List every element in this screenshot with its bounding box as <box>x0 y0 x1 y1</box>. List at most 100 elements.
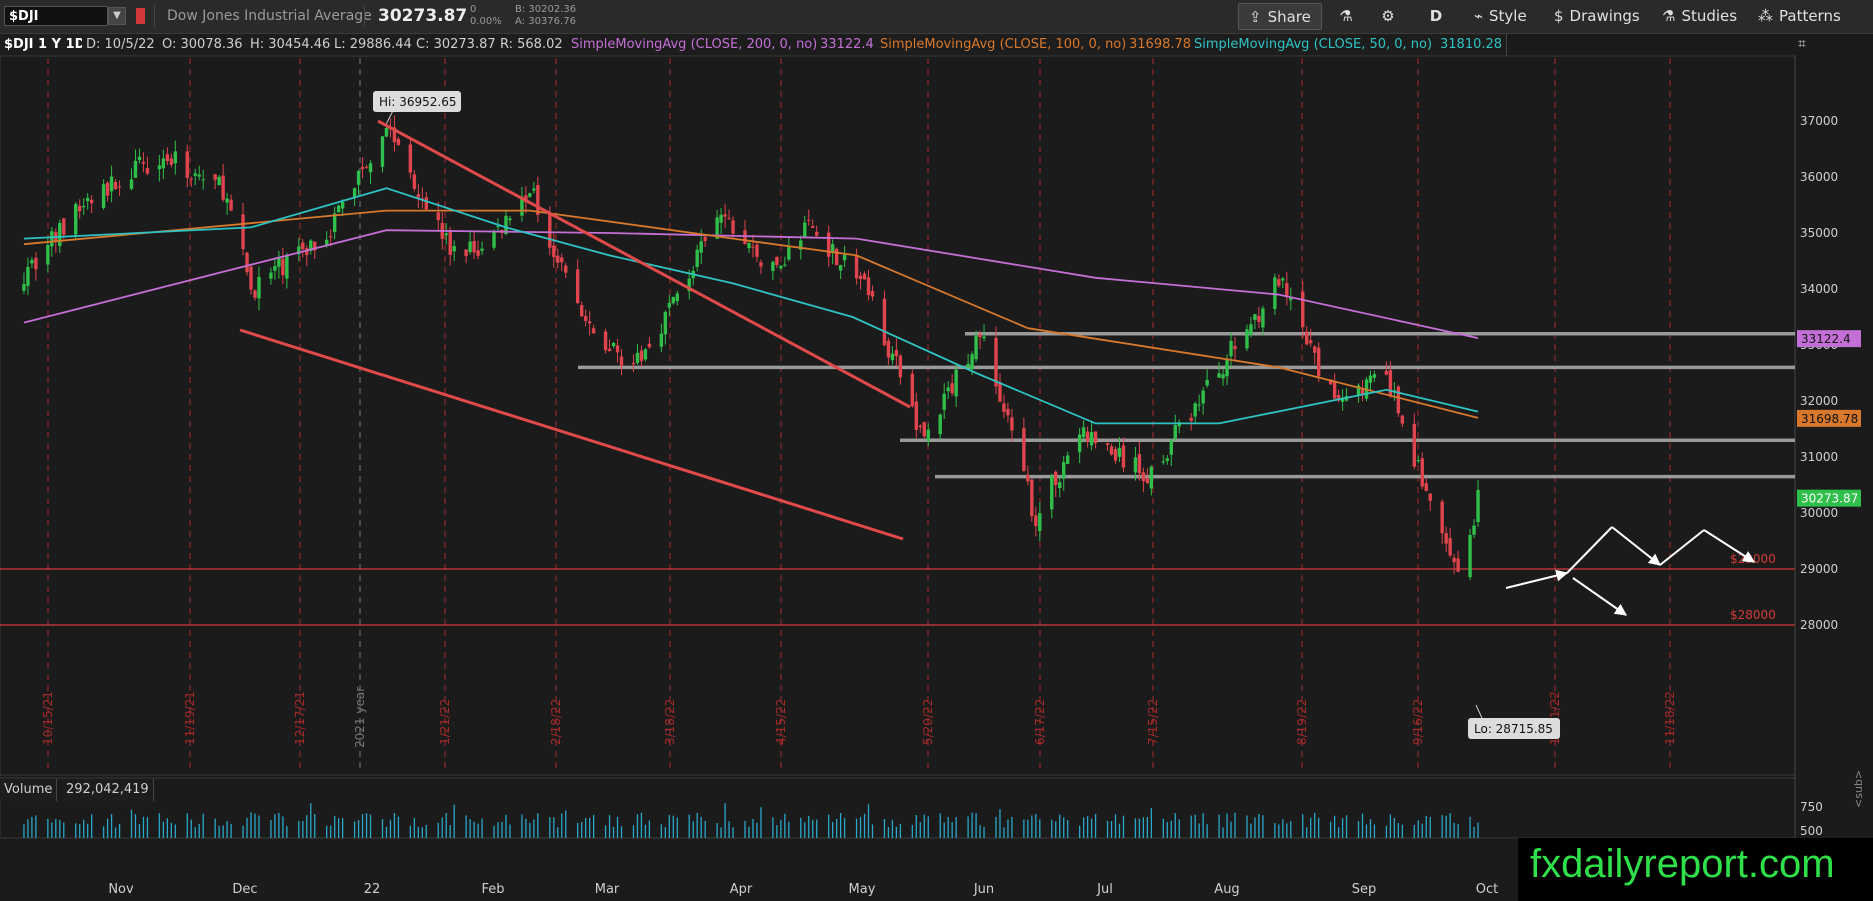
candle-body <box>249 266 253 290</box>
candle-body <box>528 193 532 197</box>
candle-body <box>611 342 616 347</box>
candle-body <box>803 222 807 237</box>
candle-body <box>1332 381 1337 399</box>
candle-body <box>974 335 978 360</box>
candle-body <box>396 138 401 145</box>
volume-tick-label: 500 <box>1800 824 1823 838</box>
candle-body <box>1225 359 1229 377</box>
candle-body <box>105 182 110 196</box>
candle-body <box>866 277 871 296</box>
candle-body <box>34 257 38 270</box>
candle-body <box>619 356 624 366</box>
candle-body <box>1169 440 1173 455</box>
month-label: Sep <box>1352 882 1377 897</box>
price-tag-label: 30273.87 <box>1801 492 1858 506</box>
candle-body <box>360 166 365 170</box>
price-chart[interactable]: 10/15/21 11/19/21 12/17/21 2021 year 1/21/22… <box>0 0 1873 901</box>
candle-body <box>858 275 863 280</box>
watermark: fxdailyreport.com <box>1518 838 1873 901</box>
candle-body <box>615 345 620 353</box>
candle-body <box>603 331 608 351</box>
month-label: May <box>849 882 876 897</box>
candle-body <box>1002 403 1006 412</box>
candle-body <box>1193 403 1197 417</box>
candle-body <box>751 246 755 248</box>
volume-label[interactable]: Volume <box>0 779 58 801</box>
y-tick-label: 35000 <box>1800 226 1838 240</box>
candle-body <box>1309 340 1313 344</box>
candle-body <box>1312 346 1317 353</box>
candle-body <box>253 290 257 298</box>
candle-body <box>926 429 930 441</box>
candle-body <box>1217 373 1221 378</box>
candle-body <box>468 241 472 253</box>
candle-body <box>1165 458 1169 461</box>
y-tick-label: 36000 <box>1800 170 1838 184</box>
expiry-label: 7/15/22 <box>1146 699 1160 745</box>
candle-body <box>189 178 193 180</box>
y-tick-label: 34000 <box>1800 282 1838 296</box>
candle-body <box>508 218 512 221</box>
candle-body <box>285 255 289 279</box>
candle-body <box>257 276 261 299</box>
candle-body <box>639 350 644 362</box>
chart-panel <box>0 55 1796 776</box>
candle-body <box>1173 425 1177 440</box>
candle-body <box>165 154 170 162</box>
candle-body <box>85 197 90 202</box>
month-label: 22 <box>364 882 381 897</box>
month-label: Feb <box>481 882 504 897</box>
candle-body <box>1420 458 1424 487</box>
candle-body <box>352 188 357 198</box>
candle-body <box>109 176 114 192</box>
candle-body <box>838 265 843 271</box>
candle-body <box>141 161 146 164</box>
candle-body <box>412 174 417 189</box>
candle-body <box>536 185 540 216</box>
alert-label: $28000 <box>1730 608 1776 622</box>
candle-body <box>699 241 703 253</box>
price-tag-label: 31698.78 <box>1801 412 1858 426</box>
candle-body <box>982 336 986 339</box>
expiry-label: 2/18/22 <box>549 699 563 745</box>
candle-body <box>675 293 679 302</box>
y-tick-label: 32000 <box>1800 394 1838 408</box>
candle-body <box>532 188 536 191</box>
candle-body <box>1277 279 1281 286</box>
candle-body <box>1006 408 1010 416</box>
y-tick-label: 30000 <box>1800 506 1838 520</box>
candle-body <box>587 321 592 324</box>
candle-body <box>30 260 34 264</box>
candle-body <box>1205 379 1209 386</box>
candle-body <box>743 230 747 244</box>
candle-body <box>1093 431 1098 444</box>
candle-body <box>548 212 552 248</box>
month-label: Oct <box>1476 882 1498 897</box>
candle-body <box>946 387 950 392</box>
candle-body <box>1440 501 1444 534</box>
sub-label: <sub> <box>1852 769 1865 808</box>
candle-body <box>1065 455 1070 464</box>
candle-body <box>328 236 333 238</box>
candle-body <box>157 165 162 170</box>
candle-body <box>755 244 759 257</box>
candle-body <box>1448 538 1452 556</box>
candle-body <box>364 166 369 168</box>
candle-body <box>1245 329 1249 349</box>
candle-body <box>368 163 373 173</box>
month-label: Dec <box>232 882 257 897</box>
candle-body <box>894 350 899 357</box>
candle-body <box>1117 447 1122 457</box>
volume-tick-label: 750 <box>1800 800 1823 814</box>
expiry-label: 9/16/22 <box>1411 699 1425 745</box>
candle-body <box>101 184 106 208</box>
candle-body <box>1105 443 1110 446</box>
candle-body <box>22 283 26 291</box>
candle-body <box>229 199 233 211</box>
candle-body <box>201 179 205 181</box>
candle-body <box>1416 460 1420 462</box>
expiry-label: 5/20/22 <box>921 699 935 745</box>
candle-body <box>1412 423 1416 467</box>
candle-body <box>1396 386 1401 414</box>
y-tick-label: 28000 <box>1800 618 1838 632</box>
